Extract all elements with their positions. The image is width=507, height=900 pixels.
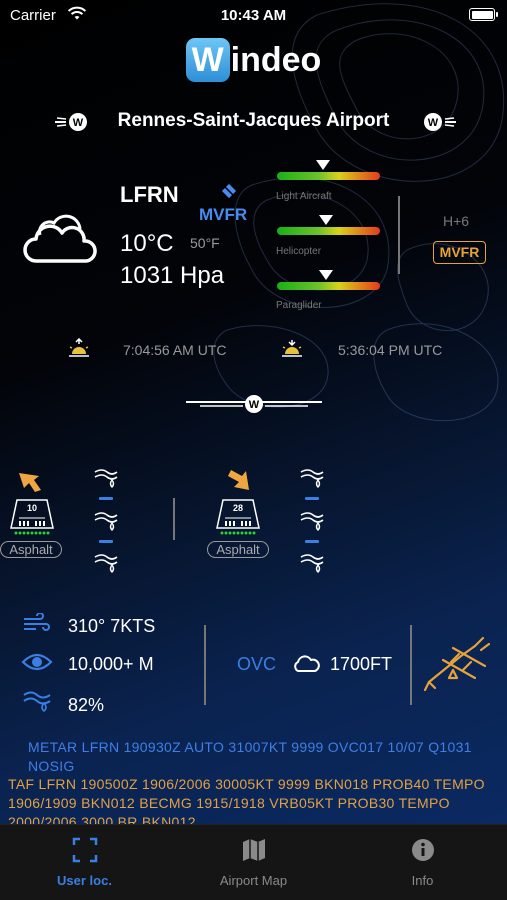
wind-rain-icon <box>300 512 324 531</box>
cloud-icon <box>294 655 320 672</box>
tab-airport-map[interactable]: Airport Map <box>169 825 338 900</box>
icao-code: LFRN <box>120 182 179 207</box>
sunrise-icon <box>69 338 89 357</box>
sunset-time: 5:36:04 PM UTC <box>338 342 443 358</box>
wind-rain-icon <box>300 554 324 573</box>
temperature-fahrenheit: 50°F <box>190 235 220 251</box>
tab-info[interactable]: Info <box>338 825 507 900</box>
app-screen: Carrier 10:43 AM Windeo W Rennes-Saint-J… <box>0 0 507 900</box>
runway-indicator <box>99 497 113 500</box>
aircraft-divider <box>410 625 412 705</box>
suitability-label: Helicopter <box>276 246 322 257</box>
suitability-marker <box>319 215 334 225</box>
wind-value: 310° 7KTS <box>68 616 156 636</box>
wind-arrow-icon <box>19 473 41 492</box>
wind-rain-icon <box>94 469 118 488</box>
metar-text[interactable]: METAR LFRN 190930Z AUTO 31007KT 9999 OVC… <box>28 738 488 776</box>
runway-surface: Asphalt <box>207 541 269 558</box>
humidity-value: 82% <box>68 695 105 715</box>
runway-indicator <box>99 540 113 543</box>
runway-number: 28 <box>232 503 243 513</box>
cloud-cover: OVC <box>237 654 277 674</box>
pressure: 1031 Hpa <box>120 262 225 289</box>
forecast-divider <box>398 196 400 274</box>
runway-number: 10 <box>26 503 37 513</box>
sunset-icon <box>282 340 302 357</box>
tab-bar: User loc. Airport Map Info <box>0 824 507 900</box>
wing-badge-right-icon: W <box>424 113 456 131</box>
status-bar: Carrier 10:43 AM <box>0 0 507 32</box>
tab-label: User loc. <box>57 873 112 888</box>
logo-w-box: W <box>185 38 230 82</box>
tab-label: Info <box>411 873 434 888</box>
ceiling-value: 1700FT <box>330 654 393 674</box>
battery-icon <box>469 8 498 21</box>
map-icon <box>243 839 265 861</box>
suitability-bar <box>277 172 380 180</box>
wing-badge-letter: W <box>249 399 260 411</box>
suitability-marker <box>316 160 331 170</box>
tab-user-location[interactable]: User loc. <box>0 825 169 900</box>
taf-text[interactable]: TAF LFRN 190500Z 1906/2006 30005KT 9999 … <box>8 775 503 824</box>
satellite-icon <box>221 183 237 199</box>
humidity-icon <box>23 691 51 713</box>
temperature-celsius: 10°C <box>120 230 174 257</box>
visibility-value: 10,000+ M <box>68 654 154 674</box>
locate-icon <box>72 837 98 863</box>
runway-divider <box>173 498 175 540</box>
suitability-label: Light Aircraft <box>276 191 332 202</box>
runway-indicator <box>305 540 319 543</box>
info-icon <box>412 839 434 861</box>
wind-rain-icon <box>94 554 118 573</box>
forecast-category-badge[interactable]: MVFR <box>433 241 486 264</box>
tab-label: Airport Map <box>219 873 288 888</box>
clock: 10:43 AM <box>220 7 287 24</box>
wind-icon <box>24 613 50 631</box>
app-logo: Windeo <box>0 38 507 82</box>
suitability-bar <box>277 227 380 235</box>
suitability-label: Paraglider <box>276 300 322 311</box>
conditions-divider <box>204 625 206 705</box>
wind-rain-icon <box>300 469 324 488</box>
suitability-marker <box>319 270 334 280</box>
visibility-eye-icon <box>21 653 53 671</box>
wing-badge-letter: W <box>428 117 439 129</box>
wind-rain-icon <box>94 512 118 531</box>
wind-arrow-icon <box>228 470 249 490</box>
biplane-icon[interactable] <box>423 632 493 694</box>
logo-text: indeo <box>230 40 322 79</box>
sunrise-time: 7:04:56 AM UTC <box>123 342 227 358</box>
cloudy-icon <box>23 214 97 263</box>
forecast-label: H+6 <box>443 213 470 229</box>
wing-divider-icon: W <box>186 395 322 413</box>
runway-indicator <box>305 497 319 500</box>
suitability-bar <box>277 282 380 290</box>
runway-surface: Asphalt <box>0 541 62 558</box>
flight-category: MVFR <box>199 205 248 224</box>
